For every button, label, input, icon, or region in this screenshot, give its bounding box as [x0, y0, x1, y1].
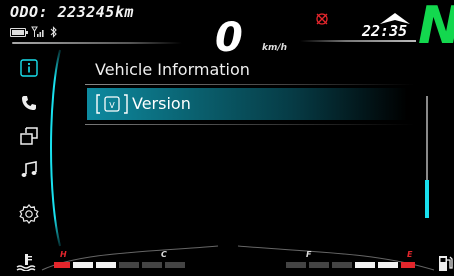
temp-high-label: H — [60, 250, 67, 259]
page-title: Vehicle Information — [95, 60, 250, 79]
row-divider — [85, 124, 415, 125]
temp-low-label: C — [161, 250, 167, 259]
scrollbar-thumb[interactable] — [425, 180, 429, 218]
clock-time: 22:35 — [362, 22, 408, 40]
fuel-gauge — [237, 245, 435, 271]
svg-text:V: V — [109, 101, 115, 110]
abs-warning-icon — [316, 13, 328, 25]
title-divider — [85, 84, 415, 85]
fuel-pump-icon — [439, 256, 453, 271]
temp-gauge — [41, 245, 219, 271]
status-icons — [10, 25, 58, 39]
bluetooth-icon — [50, 26, 57, 38]
speed-value: 0 — [215, 15, 243, 61]
fuel-high-label: F — [306, 250, 312, 259]
coolant-temp-icon — [16, 254, 36, 271]
fuel-low-label: E — [407, 250, 413, 259]
sidebar-divider — [50, 49, 61, 247]
menu-item-label: Version — [132, 94, 191, 113]
version-icon: V — [96, 94, 128, 114]
odometer: ODO: 223245km — [10, 3, 134, 21]
gear-indicator: N — [418, 0, 454, 54]
odometer-divider — [12, 42, 182, 44]
time-divider — [300, 40, 416, 42]
speed-unit: km/h — [262, 43, 288, 53]
battery-icon — [10, 27, 28, 37]
signal-icon — [31, 26, 44, 37]
